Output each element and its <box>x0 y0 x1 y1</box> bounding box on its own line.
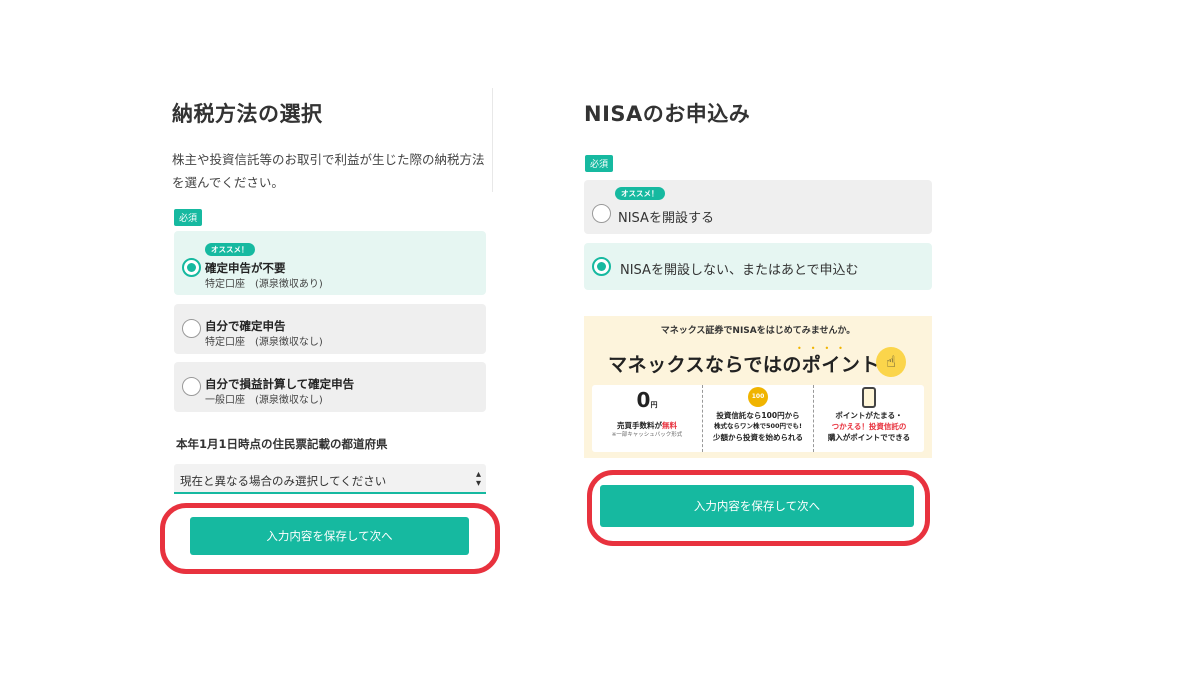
feature-card-fee: 0円 売買手数料が無料 ※一部キャッシュバック形式 <box>611 388 683 438</box>
prefecture-select-value: 現在と異なる場合のみ選択してください <box>180 474 387 488</box>
radio-unselected[interactable] <box>182 319 201 338</box>
save-next-button-left[interactable]: 入力内容を保存して次へ <box>190 517 469 555</box>
required-badge: 必須 <box>174 209 203 226</box>
tax-option-self-filing[interactable]: 自分で確定申告 特定口座 (源泉徴収なし) <box>174 304 486 354</box>
radio-unselected[interactable] <box>182 377 201 396</box>
save-next-button-right[interactable]: 入力内容を保存して次へ <box>600 485 914 527</box>
banner-feature-cards: 0円 売買手数料が無料 ※一部キャッシュバック形式 100 投資信託なら100円… <box>592 385 924 452</box>
nisa-option-label: NISAを開設しない、またはあとで申込む <box>620 263 859 278</box>
coin-icon: 100 <box>748 387 768 407</box>
nisa-option-label: NISAを開設する <box>618 211 714 226</box>
prefecture-label: 本年1月1日時点の住民票記載の都道府県 <box>176 437 388 451</box>
yen-unit: 円 <box>650 401 658 409</box>
tax-option-label: 自分で確定申告 <box>205 319 286 333</box>
nisa-option-open[interactable]: オススメ！ NISAを開設する <box>584 180 932 234</box>
recommend-badge: オススメ！ <box>205 243 255 256</box>
tax-method-title: 納税方法の選択 <box>172 102 323 126</box>
select-updown-icon: ▴ ▾ <box>475 469 481 489</box>
radio-unselected[interactable] <box>592 204 611 223</box>
feature-card-points: ポイントがたまる・ つかえる！投資信託の 購入がポイントでできる <box>813 385 924 452</box>
recommend-badge: オススメ！ <box>615 187 665 200</box>
tax-option-sublabel: 一般口座 (源泉徴収なし) <box>205 395 323 406</box>
nisa-option-decline[interactable]: NISAを開設しない、またはあとで申込む <box>584 243 932 290</box>
tax-option-sublabel: 特定口座 (源泉徴収なし) <box>205 337 323 348</box>
tax-method-description: 株主や投資信託等のお取引で利益が生じた際の納税方法 を選んでください。 <box>172 152 485 190</box>
panel-divider <box>492 88 493 192</box>
tax-option-no-filing[interactable]: オススメ！ 確定申告が不要 特定口座 (源泉徴収あり) <box>174 231 486 295</box>
banner-headline: マネックスならではのポイント <box>608 354 880 376</box>
tax-option-label: 自分で損益計算して確定申告 <box>205 377 355 391</box>
nisa-title: NISAのお申込み <box>584 102 751 126</box>
smartphone-coins-icon <box>862 387 876 408</box>
tax-option-label: 確定申告が不要 <box>205 261 286 275</box>
zero-figure: 0 <box>636 388 651 412</box>
tax-option-sublabel: 特定口座 (源泉徴収あり) <box>205 279 323 290</box>
feature-card-small-invest: 100 投資信託なら100円から 株式ならワン株で500円でも! 少額から投資を… <box>702 385 813 452</box>
prefecture-select[interactable]: 現在と異なる場合のみ選択してください ▴ ▾ <box>174 464 486 494</box>
nisa-promo-banner: マネックス証券でNISAをはじめてみませんか。 •••• マネックスならではのポ… <box>584 316 932 458</box>
radio-selected[interactable] <box>182 258 201 277</box>
tax-option-general-account[interactable]: 自分で損益計算して確定申告 一般口座 (源泉徴収なし) <box>174 362 486 412</box>
required-badge: 必須 <box>585 155 614 172</box>
pointing-hand-icon: ☝ <box>876 347 906 377</box>
banner-top-text: マネックス証券でNISAをはじめてみませんか。 <box>660 326 856 336</box>
radio-selected[interactable] <box>592 257 611 276</box>
